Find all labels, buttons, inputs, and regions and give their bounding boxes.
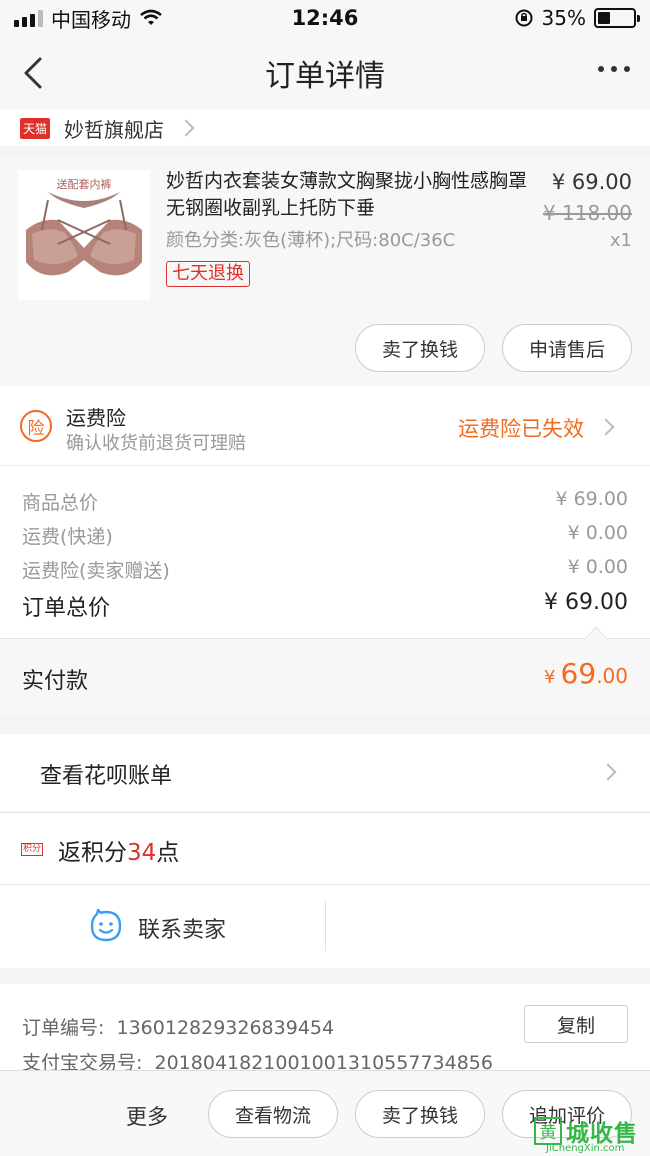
more-button[interactable]: 更多 [126,1101,168,1131]
chevron-right-icon [177,119,195,137]
order-number-label: 订单编号: [22,1017,105,1039]
product-original-price: ¥ 118.00 [542,201,632,225]
order-number-line: 订单编号: 136012829326839454 [22,1013,334,1040]
status-time: 12:46 [291,6,359,30]
product-image[interactable]: 送配套内裤 [18,170,150,300]
points-text: 返积分34点 [58,833,179,867]
insurance-icon: 险 [20,410,52,442]
product-title[interactable]: 妙哲内衣套装女薄款文胸聚拢小胸性感胸罩无钢圈收副乳上托防下垂 [166,168,531,222]
more-icon[interactable] [598,66,630,72]
product-price: ¥ 69.00 [551,170,632,194]
order-info: 订单编号: 136012829326839454 支付宝交易号: 2018041… [0,984,650,1074]
huabei-bill-row[interactable]: 查看花呗账单 [0,734,650,811]
actual-payment-row: 实付款 ¥ 69.00 [0,626,650,716]
cost-label: 商品总价 [22,492,99,514]
cost-value: ¥ 0.00 [567,556,628,578]
sell-button-bottom[interactable]: 卖了换钱 [355,1090,485,1138]
order-total-label: 订单总价 [22,596,111,621]
view-logistics-button[interactable]: 查看物流 [208,1090,338,1138]
wifi-icon [140,9,162,25]
product-sku: 颜色分类:灰色(薄杯);尺码:80C/36C [166,230,456,251]
watermark-url: JiChengXin.com [546,1143,625,1154]
battery-percent: 35% [541,6,586,30]
currency-symbol: ¥ [544,667,556,688]
contact-seller-button[interactable]: 联系卖家 [138,912,226,944]
cost-row: 商品总价 ¥ 69.00 [22,488,628,515]
page-title: 订单详情 [265,59,385,94]
order-total-row: 订单总价 ¥ 69.00 [22,590,628,622]
order-total-value: ¥ 69.00 [544,590,628,615]
insurance-subtitle: 确认收货前退货可理赔 [66,433,246,454]
product-card: 送配套内裤 妙哲内衣套装女薄款文胸聚拢小胸性感胸罩无钢圈收副乳上托防下垂 颜色分… [0,158,650,386]
chevron-right-icon [597,418,615,436]
watermark-box: 黄 [534,1116,562,1145]
huabei-bill-label: 查看花呗账单 [40,764,173,789]
status-right: 35% [406,6,640,30]
points-suffix: 点 [156,840,180,866]
divider [325,901,326,951]
signal-icon [14,9,43,27]
cost-breakdown: 商品总价 ¥ 69.00 运费(快递) ¥ 0.00 运费险(卖家赠送) ¥ 0… [0,466,650,638]
cost-value: ¥ 0.00 [567,522,628,544]
return-policy-badge: 七天退换 [166,261,250,287]
shipping-insurance-row[interactable]: 险 运费险 确认收货前退货可理赔 运费险已失效 [0,386,650,466]
points-row: 积分 返积分34点 [0,812,650,884]
cost-value: ¥ 69.00 [555,488,628,510]
contact-row: 联系卖家 [0,884,650,968]
insurance-status: 运费险已失效 [458,417,584,441]
amount-integer: 69 [560,657,597,690]
chat-icon[interactable] [89,909,123,943]
points-badge-icon: 积分 [21,843,44,856]
points-prefix: 返积分 [58,840,127,866]
actual-payment-label: 实付款 [22,669,89,694]
cost-row: 运费险(卖家赠送) ¥ 0.00 [22,556,628,583]
orientation-lock-icon [515,9,533,27]
chevron-right-icon [599,763,617,781]
after-sale-button[interactable]: 申请售后 [502,324,632,372]
amount-decimal: .00 [596,664,628,688]
actual-payment-amount: ¥ 69.00 [544,657,628,690]
sell-button[interactable]: 卖了换钱 [355,324,485,372]
cost-row: 运费(快递) ¥ 0.00 [22,522,628,549]
status-bar: 中国移动 12:46 35% [0,0,650,36]
copy-button[interactable]: 复制 [524,1005,628,1043]
tmall-badge: 天猫 [20,117,51,139]
cost-label: 运费险(卖家赠送) [22,560,170,582]
shop-name: 妙哲旗舰店 [64,117,165,142]
battery-icon [594,8,640,28]
product-image-label: 送配套内裤 [56,178,112,191]
carrier-label: 中国移动 [51,7,131,32]
shop-row[interactable]: 天猫 妙哲旗舰店 [0,110,650,146]
product-quantity: x1 [609,230,632,251]
nav-bar: 订单详情 [0,36,650,110]
cost-label: 运费(快递) [22,526,113,548]
back-icon[interactable] [18,54,56,92]
status-left: 中国移动 [14,4,244,33]
order-number: 136012829326839454 [116,1017,335,1039]
points-number: 34 [127,840,157,866]
insurance-title: 运费险 [66,406,126,430]
battery-fill [598,12,610,24]
